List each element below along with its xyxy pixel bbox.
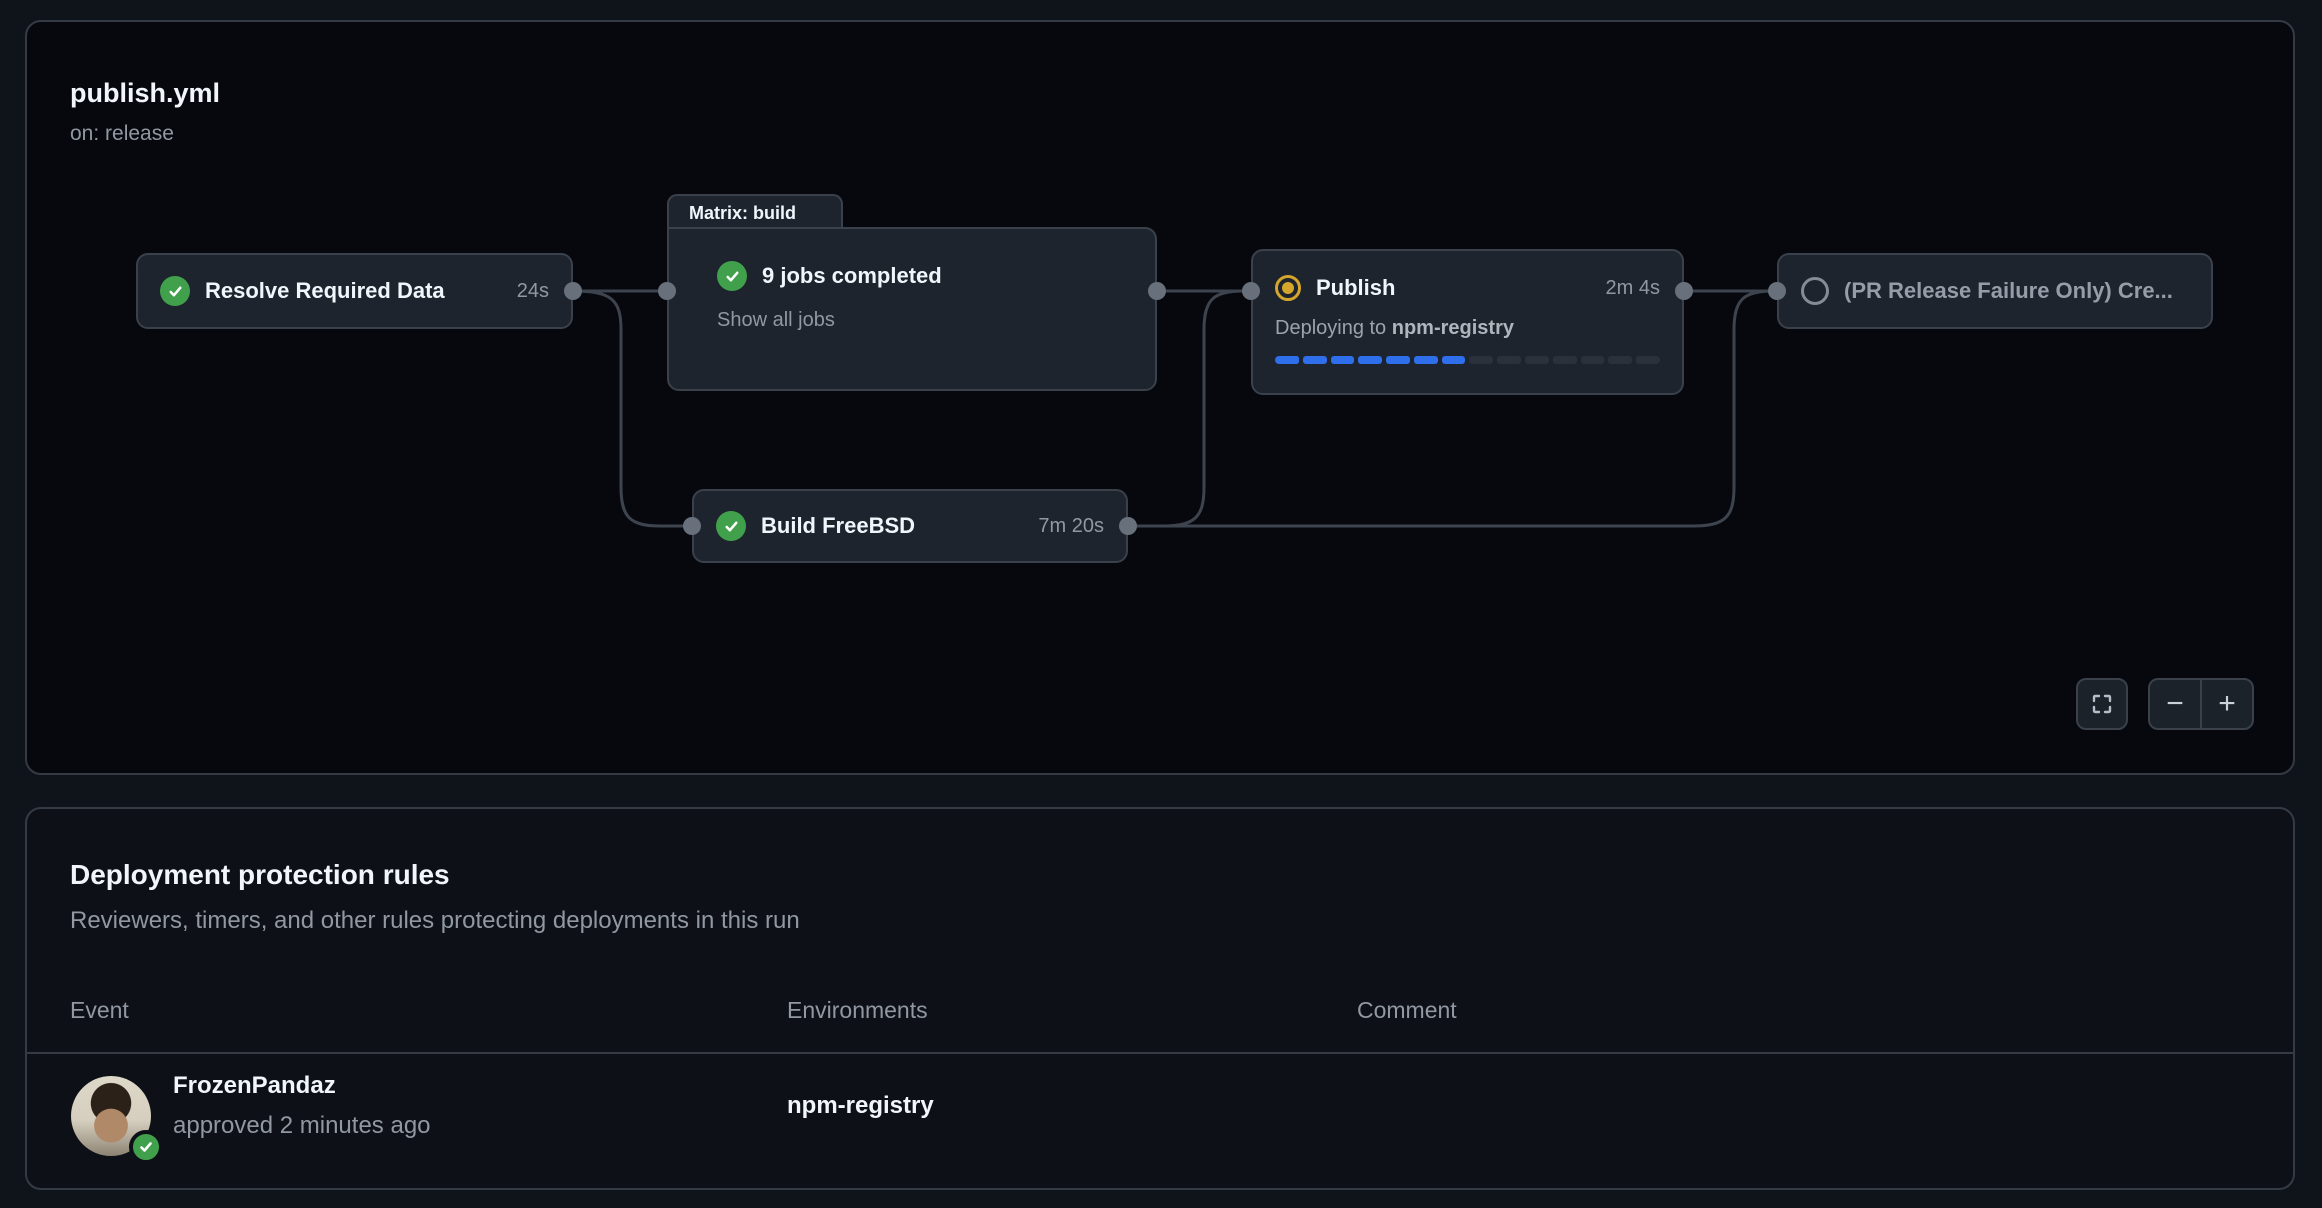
environment-name: npm-registry (787, 1092, 934, 1120)
progress-segment (1636, 356, 1660, 364)
approved-badge-icon (129, 1130, 163, 1164)
node-matrix-build[interactable]: 9 jobs completed Show all jobs (667, 227, 1157, 391)
panel-title: Deployment protection rules (70, 859, 450, 891)
fullscreen-icon (2090, 692, 2114, 716)
success-check-icon (160, 276, 190, 306)
zoom-controls: − + (2148, 678, 2254, 730)
progress-segment (1553, 356, 1577, 364)
page: publish.yml on: release Resolve Required… (0, 0, 2322, 1208)
node-label: 9 jobs completed (762, 263, 942, 289)
node-duration: 2m 4s (1606, 277, 1660, 300)
column-header-comment: Comment (1357, 997, 1457, 1024)
port-resolve-out (564, 282, 582, 300)
workflow-graph-panel: publish.yml on: release (25, 20, 2295, 775)
node-label: Publish (1316, 275, 1395, 301)
deploy-status-text: Deploying to npm-registry (1275, 317, 1514, 340)
progress-segment (1497, 356, 1521, 364)
node-label: Resolve Required Data (205, 278, 445, 304)
deployment-protection-panel: Deployment protection rules Reviewers, t… (25, 807, 2295, 1190)
zoom-in-button[interactable]: + (2202, 680, 2252, 728)
node-label: (PR Release Failure Only) Cre... (1844, 278, 2173, 304)
progress-segment (1275, 356, 1299, 364)
node-duration: 7m 20s (1038, 515, 1104, 538)
workflow-title: publish.yml (70, 78, 220, 109)
matrix-tab-label: Matrix: build (689, 203, 796, 224)
progress-segment (1525, 356, 1549, 364)
deploy-progress (1275, 356, 1660, 364)
node-build-freebsd[interactable]: Build FreeBSD 7m 20s (692, 489, 1128, 563)
port-publish-in (1242, 282, 1260, 300)
table-row: FrozenPandaz approved 2 minutes ago npm-… (27, 1054, 2293, 1188)
node-resolve-required-data[interactable]: Resolve Required Data 24s (136, 253, 573, 329)
node-pr-release-failure[interactable]: (PR Release Failure Only) Cre... (1777, 253, 2213, 329)
column-header-environments: Environments (787, 997, 928, 1024)
port-freebsd-in (683, 517, 701, 535)
success-check-icon (717, 261, 747, 291)
port-pending-in (1768, 282, 1786, 300)
progress-segment (1358, 356, 1382, 364)
in-progress-icon (1275, 275, 1301, 301)
progress-segment (1414, 356, 1438, 364)
column-header-event: Event (70, 997, 129, 1024)
show-all-jobs-link[interactable]: Show all jobs (717, 309, 835, 332)
workflow-trigger: on: release (70, 122, 174, 146)
progress-segment (1386, 356, 1410, 364)
panel-subtitle: Reviewers, timers, and other rules prote… (70, 907, 800, 935)
progress-segment (1581, 356, 1605, 364)
progress-segment (1608, 356, 1632, 364)
port-freebsd-out (1119, 517, 1137, 535)
progress-segment (1469, 356, 1493, 364)
pending-circle-icon (1801, 277, 1829, 305)
progress-segment (1331, 356, 1355, 364)
fullscreen-button[interactable] (2076, 678, 2128, 730)
progress-segment (1303, 356, 1327, 364)
reviewer-username[interactable]: FrozenPandaz (173, 1072, 336, 1100)
node-duration: 24s (517, 280, 549, 303)
success-check-icon (716, 511, 746, 541)
deploy-environment: npm-registry (1392, 317, 1514, 339)
node-publish[interactable]: Publish 2m 4s Deploying to npm-registry (1251, 249, 1684, 395)
port-publish-out (1675, 282, 1693, 300)
progress-segment (1442, 356, 1466, 364)
node-label: Build FreeBSD (761, 513, 915, 539)
port-matrix-in (658, 282, 676, 300)
zoom-out-button[interactable]: − (2150, 680, 2202, 728)
approval-status: approved 2 minutes ago (173, 1112, 431, 1140)
port-matrix-out (1148, 282, 1166, 300)
